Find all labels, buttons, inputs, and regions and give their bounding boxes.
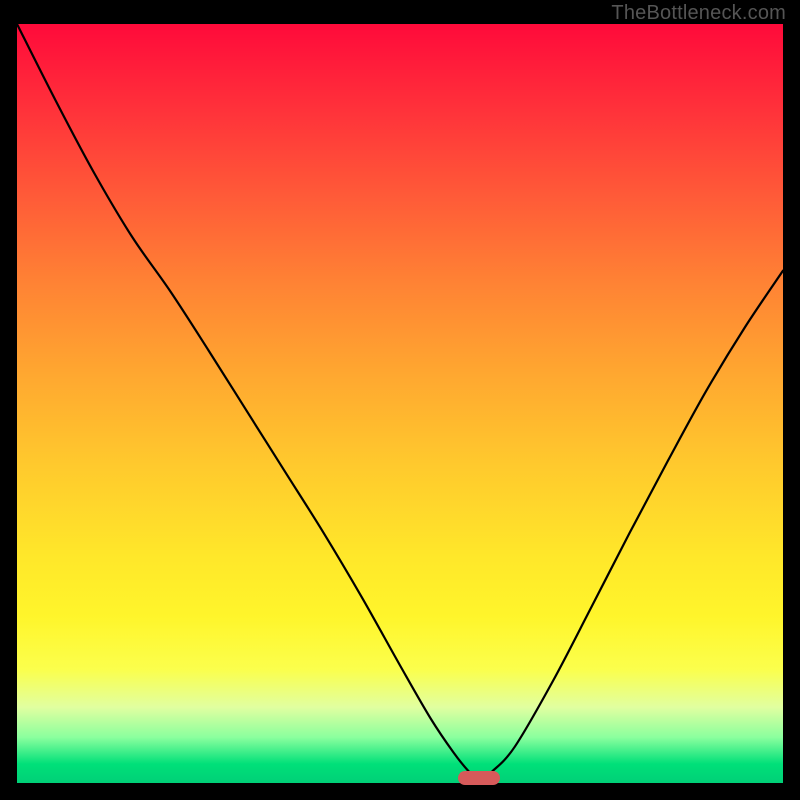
chart-frame: TheBottleneck.com [0,0,800,800]
watermark-text: TheBottleneck.com [611,2,786,25]
curve-svg [17,24,783,783]
bottleneck-curve [17,24,783,780]
optimum-marker [458,771,500,785]
plot-area [17,24,783,783]
